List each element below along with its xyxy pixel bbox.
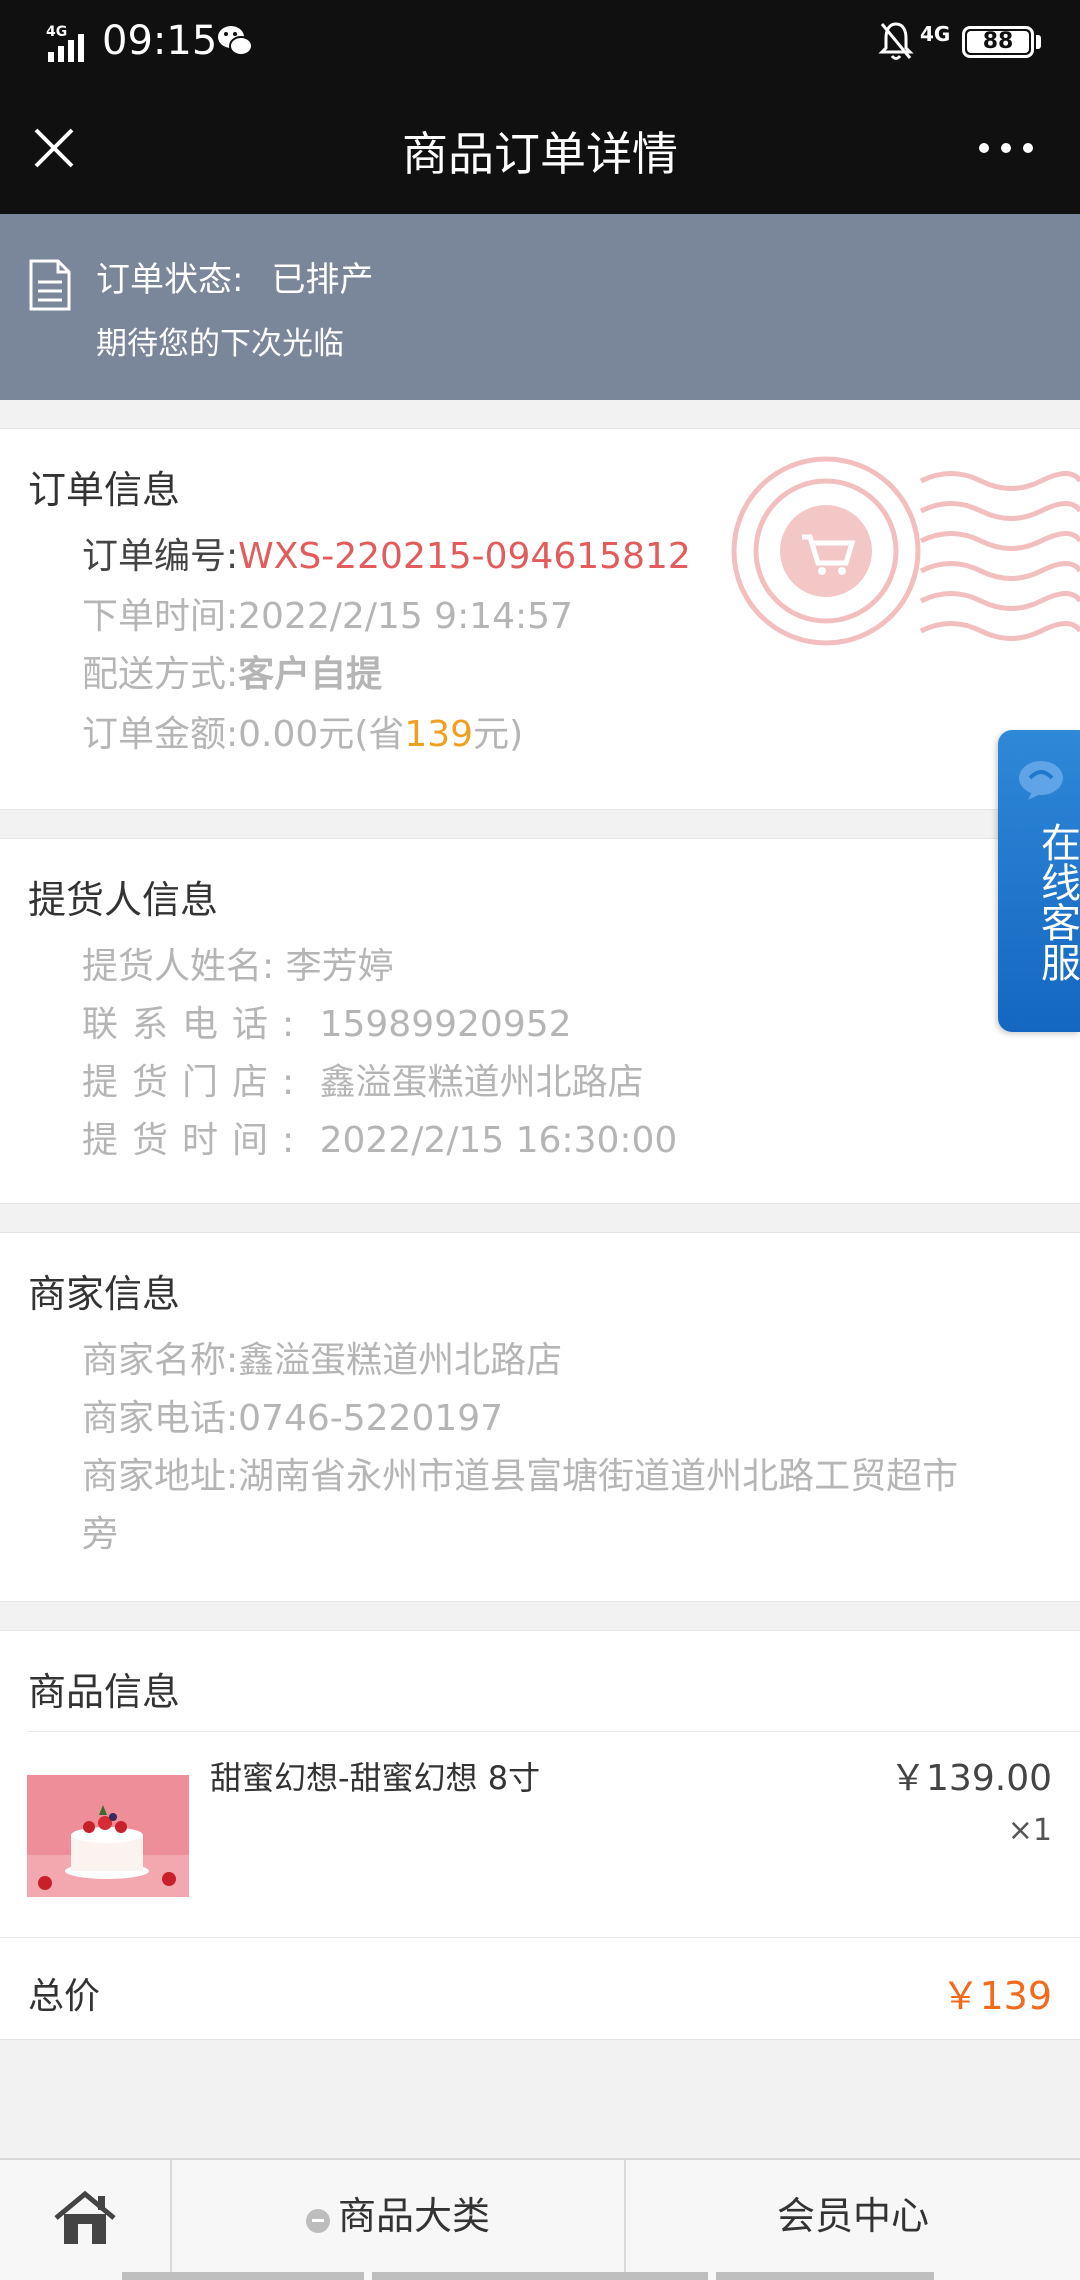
merchant-phone-value[interactable]: 0746-5220197: [238, 1398, 503, 1439]
nav-strip: [716, 2272, 934, 2280]
merchant-name-row: 商家名称:鑫溢蛋糕道州北路店: [82, 1331, 562, 1383]
merchant-name-label: 商家名称:: [82, 1340, 239, 1381]
merchant-name-value: 鑫溢蛋糕道州北路店: [238, 1340, 563, 1381]
goods-price: ￥139.00: [890, 1758, 1052, 1799]
order-number-value: WXS-220215-094615812: [238, 536, 691, 577]
network-label: 4G: [920, 22, 951, 46]
nav-home[interactable]: [0, 2160, 172, 2280]
online-service-button[interactable]: 在线客服: [998, 730, 1080, 1032]
order-status: 订单状态: 已排产: [96, 252, 373, 301]
cake-image-icon: [27, 1775, 189, 1897]
pickup-time-label: 提货时间:: [82, 1120, 309, 1161]
save-value: 139: [404, 714, 474, 755]
clock: 09:15: [102, 18, 218, 64]
delivery-method-value: 客户自提: [238, 654, 383, 695]
pickup-phone-label: 联系电话:: [82, 1004, 309, 1045]
pickup-store-value: 鑫溢蛋糕道州北路店: [319, 1062, 644, 1103]
pickup-store-label: 提货门店:: [82, 1062, 309, 1103]
order-number-label: 订单编号:: [82, 536, 239, 577]
delivery-method-row: 配送方式:客户自提: [82, 645, 382, 697]
merchant-phone-row[interactable]: 商家电话:0746-5220197: [82, 1389, 503, 1441]
order-info-title: 订单信息: [28, 468, 181, 512]
pickup-time-row: 提货时间: 2022/2/15 16:30:00: [82, 1111, 677, 1163]
merchant-address-row: 商家地址:湖南省永州市道县富塘街道道州北路工贸超市: [82, 1447, 958, 1499]
nav-strip: [372, 2272, 708, 2280]
divider: [0, 1937, 1080, 1938]
bottom-nav: 商品大类 会员中心: [0, 2158, 1080, 2280]
title-bar: 商品订单详情: [0, 86, 1080, 214]
home-icon: [54, 2190, 116, 2244]
pickup-time-value: 2022/2/15 16:30:00: [319, 1120, 678, 1161]
pickup-info-title: 提货人信息: [28, 878, 219, 922]
delivery-method-label: 配送方式:: [82, 654, 239, 695]
status-bar: 4G 09:15 4G 88: [0, 0, 1080, 86]
nav-strip: [122, 2272, 364, 2280]
more-icon[interactable]: [976, 138, 1036, 158]
merchant-address-value: 湖南省永州市道县富塘街道道州北路工贸超市: [238, 1456, 959, 1497]
collection-stamp-icon: [731, 456, 1080, 646]
goods-info-title: 商品信息: [28, 1670, 181, 1714]
merchant-info-title: 商家信息: [28, 1272, 181, 1316]
save-suffix: 元): [473, 714, 524, 755]
order-status-label: 订单状态:: [96, 260, 244, 300]
order-time-row: 下单时间:2022/2/15 9:14:57: [82, 587, 573, 639]
merchant-info-card: 商家信息 商家名称:鑫溢蛋糕道州北路店 商家电话:0746-5220197 商家…: [0, 1232, 1080, 1602]
document-icon: [29, 259, 71, 311]
signal-icon: 4G: [46, 24, 84, 62]
nav-member-center[interactable]: 会员中心: [626, 2160, 1080, 2280]
total-value: ￥139: [941, 1974, 1052, 2018]
page-title: 商品订单详情: [402, 127, 678, 181]
pickup-name-label: 提货人姓名:: [82, 946, 275, 987]
order-amount-row: 订单金额:0.00元(省139元): [82, 705, 523, 757]
order-status-subtitle: 期待您的下次光临: [96, 326, 344, 362]
total-label: 总价: [28, 1976, 101, 2017]
merchant-address-continued: 旁: [82, 1514, 119, 1555]
order-time-value: 2022/2/15 9:14:57: [238, 596, 573, 637]
order-status-banner: 订单状态: 已排产 期待您的下次光临: [0, 214, 1080, 400]
wechat-icon: [218, 26, 253, 56]
order-time-label: 下单时间:: [82, 596, 239, 637]
battery-icon: 88: [962, 26, 1034, 58]
nav-category[interactable]: 商品大类: [172, 2160, 626, 2280]
goods-name[interactable]: 甜蜜幻想-甜蜜幻想 8寸: [210, 1753, 540, 1799]
order-number-row: 订单编号:WXS-220215-094615812: [82, 527, 691, 579]
pickup-name-row: 提货人姓名: 李芳婷: [82, 937, 394, 989]
battery-tip: [1036, 35, 1041, 49]
pickup-info-card: 提货人信息 提货人姓名: 李芳婷 联系电话: 15989920952 提货门店:…: [0, 838, 1080, 1204]
nav-member-label: 会员中心: [776, 2194, 929, 2238]
online-service-label: 在线客服: [1034, 822, 1080, 982]
cake-product-image[interactable]: [27, 1775, 189, 1897]
save-prefix: (省: [354, 714, 405, 755]
divider: [28, 1731, 1080, 1732]
goods-quantity: ×1: [1007, 1813, 1052, 1848]
chat-bubble-icon: [1019, 761, 1063, 800]
mute-bell-icon: [878, 22, 914, 60]
pickup-store-row: 提货门店: 鑫溢蛋糕道州北路店: [82, 1053, 644, 1105]
svg-text:4G: 4G: [46, 24, 67, 40]
merchant-address-label: 商家地址:: [82, 1456, 239, 1497]
pickup-phone-value: 15989920952: [319, 1004, 572, 1045]
category-dot-icon: [305, 2208, 330, 2233]
order-status-value: 已排产: [271, 260, 374, 300]
pickup-phone-row: 联系电话: 15989920952: [82, 995, 572, 1047]
order-amount-label: 订单金额:: [82, 714, 239, 755]
pickup-name-value: 李芳婷: [285, 946, 394, 987]
order-info-card: 订单信息 订单编号:WXS-220215-094615812 下单时间:2022…: [0, 428, 1080, 810]
merchant-phone-label: 商家电话:: [82, 1398, 239, 1439]
nav-category-label: 商品大类: [337, 2194, 490, 2238]
goods-info-card: 商品信息 甜蜜幻想-甜蜜幻想 8寸 ￥139.00 ×1 总价 ￥139: [0, 1630, 1080, 2040]
order-amount-value: 0.00元: [238, 714, 355, 755]
